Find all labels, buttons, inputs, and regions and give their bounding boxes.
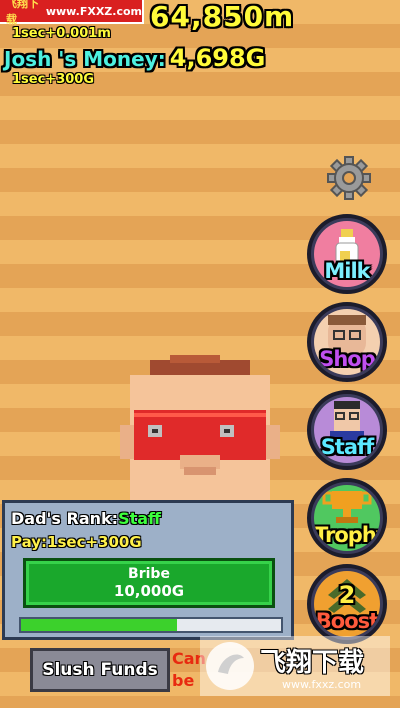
bribe-label: Bribe <box>128 566 170 582</box>
staff-button[interactable]: Staff <box>307 390 387 470</box>
distance-rate: 1sec+0.001m <box>12 26 111 41</box>
watermark-brand-cn: 飞翔下载 <box>260 648 365 678</box>
gear-icon <box>327 156 371 200</box>
rank-row: Dad's Rank:Staff <box>11 509 161 528</box>
settings-button[interactable] <box>326 155 372 201</box>
bribe-button[interactable]: Bribe 10,000G <box>23 558 275 608</box>
money-label: Josh 's Money: <box>4 47 166 71</box>
pay-text: Pay:1sec+300G <box>11 533 142 551</box>
milk-button[interactable]: Milk <box>307 214 387 294</box>
money-rate: 1sec+300G <box>12 72 95 87</box>
milk-label: Milk <box>324 259 370 283</box>
rank-label: Dad's Rank: <box>11 509 119 528</box>
bribe-cost: 10,000G <box>113 582 185 600</box>
trophy-button[interactable]: Trophy <box>307 478 387 558</box>
watermark-brand-url: www.fxxz.com <box>282 678 362 691</box>
slush-funds-label: Slush Funds <box>42 660 158 680</box>
boost-button[interactable]: 2 Boost <box>307 564 387 644</box>
boost-label: Boost <box>315 609 379 633</box>
shop-button[interactable]: Shop <box>307 302 387 382</box>
dad-character[interactable] <box>100 355 300 515</box>
watermark-site-url: www.FXXZ.com <box>45 4 142 18</box>
money-value: 4,698G <box>169 44 266 72</box>
rank-progress-fill <box>21 619 177 631</box>
watermark-site-cn: 飞翔下载 <box>6 0 39 26</box>
rank-panel: Dad's Rank:Staff Pay:1sec+300G Bribe 10,… <box>2 500 294 640</box>
boost-badge: 2 <box>338 581 356 609</box>
shop-label: Shop <box>319 347 376 371</box>
watermark-logo: 飞翔下载 www.fxxz.com <box>200 636 390 696</box>
rank-value: Staff <box>118 509 162 528</box>
watermark-banner: 飞翔下载 www.FXXZ.com <box>0 0 144 26</box>
slush-funds-button[interactable]: Slush Funds <box>30 648 170 692</box>
trophy-label: Trophy <box>314 523 380 547</box>
staff-label: Staff <box>320 435 375 459</box>
money-row: Josh 's Money: 4,698G <box>4 44 265 72</box>
distance-value: 64,850m <box>150 0 295 33</box>
rank-progress-bar <box>19 617 283 633</box>
